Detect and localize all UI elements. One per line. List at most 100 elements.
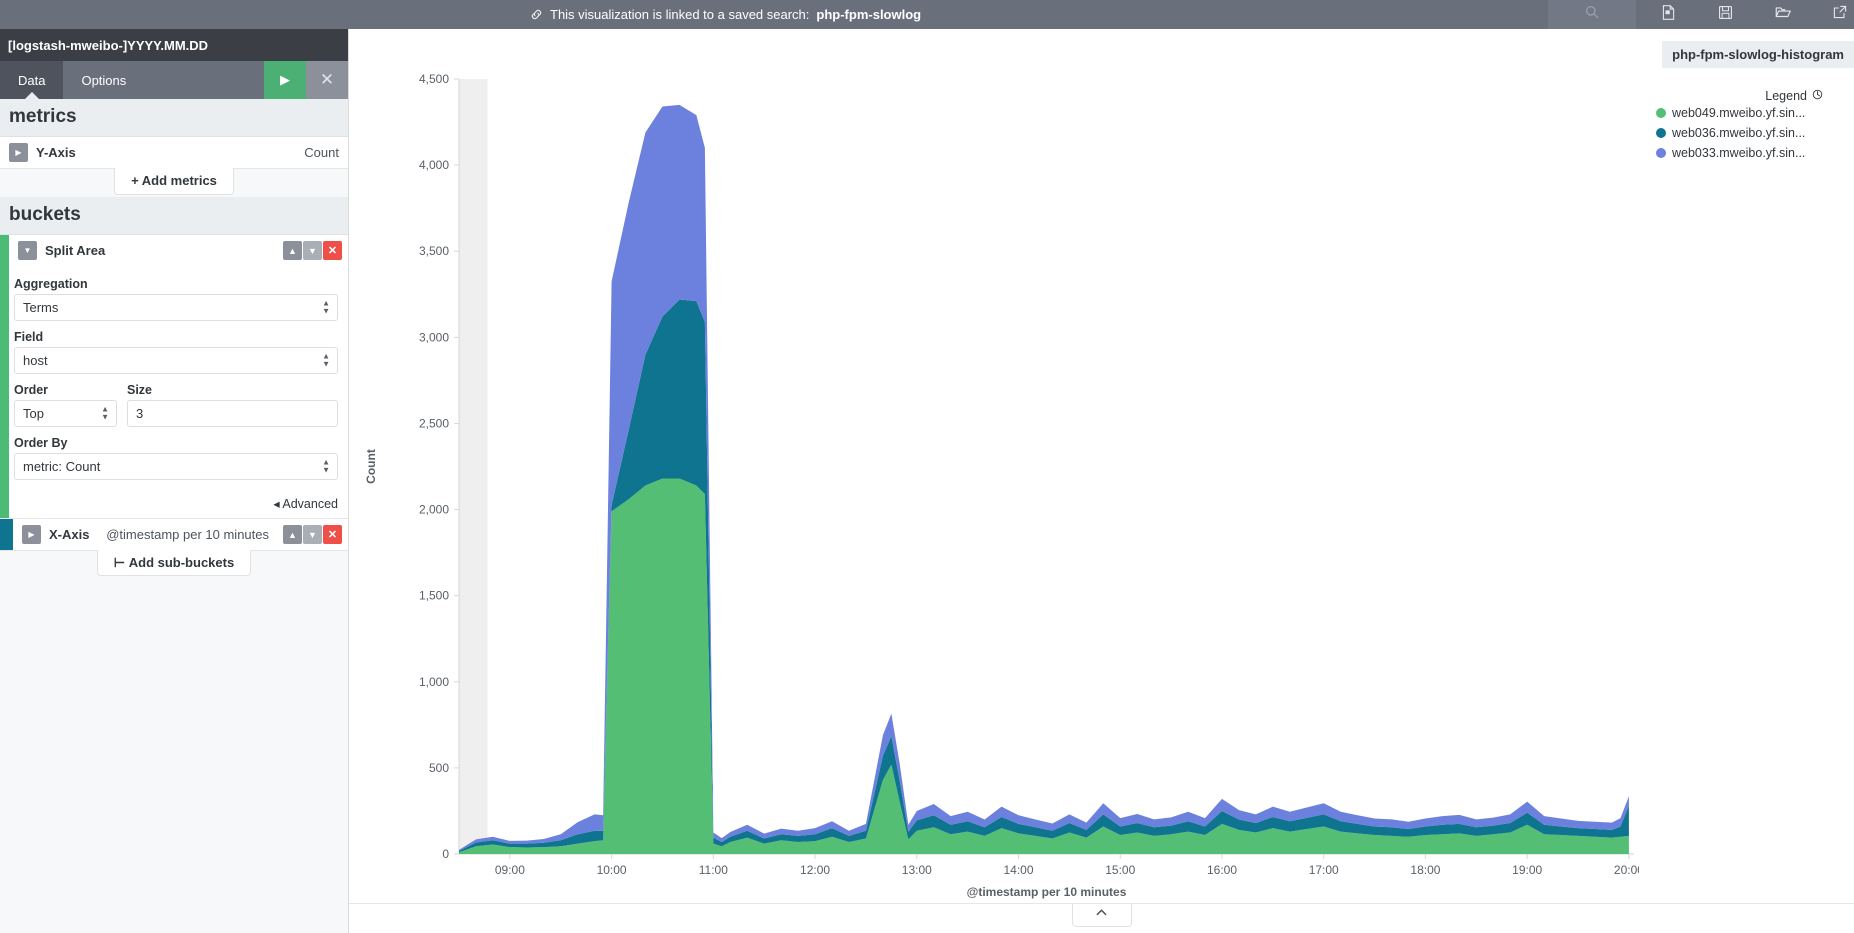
tab-options[interactable]: Options xyxy=(63,61,144,99)
x-axis-color-stripe xyxy=(0,519,13,550)
x-axis-header: ▶ X-Axis @timestamp per 10 minutes ▲ ▼ ✕ xyxy=(0,519,348,550)
x-tick-label: 09:00 xyxy=(495,863,525,877)
save-button[interactable] xyxy=(1697,0,1754,29)
visualization-toolbar xyxy=(1640,0,1854,29)
linked-saved-search-notice: This visualization is linked to a saved … xyxy=(530,7,921,22)
editor-tab-bar: Data Options ▶ ✕ xyxy=(0,61,348,99)
add-metrics-row: + Add metrics xyxy=(0,169,348,197)
x-tick-label: 12:00 xyxy=(800,863,830,877)
chevron-right-icon[interactable]: ▶ xyxy=(9,143,28,162)
legend-collapse-icon[interactable] xyxy=(1812,89,1823,103)
buckets-heading: buckets xyxy=(0,197,348,235)
legend-color-dot xyxy=(1656,108,1666,118)
legend-heading-label: Legend xyxy=(1765,89,1807,103)
field-value: host xyxy=(23,353,48,368)
x-tick-label: 19:00 xyxy=(1512,863,1542,877)
move-up-button[interactable]: ▲ xyxy=(283,241,302,260)
share-button[interactable] xyxy=(1811,0,1854,29)
move-down-button[interactable]: ▼ xyxy=(303,241,322,260)
metrics-heading: metrics xyxy=(0,99,348,137)
area-chart[interactable]: 05001,0001,5002,0002,5003,0003,5004,0004… xyxy=(349,59,1639,909)
legend-item[interactable]: web049.mweibo.yf.sin... xyxy=(1639,103,1854,123)
tab-bar-filler xyxy=(144,61,264,99)
x-tick-label: 16:00 xyxy=(1207,863,1237,877)
new-visualization-button[interactable] xyxy=(1640,0,1697,29)
add-metrics-button[interactable]: + Add metrics xyxy=(114,168,234,195)
x-axis-title: X-Axis xyxy=(49,527,89,542)
x-tick-label: 17:00 xyxy=(1309,863,1339,877)
metric-y-axis-label: Y-Axis xyxy=(36,145,76,160)
select-caret-icon: ▲▼ xyxy=(322,458,330,475)
advanced-caret-icon: ◂ xyxy=(273,497,279,511)
move-up-button[interactable]: ▲ xyxy=(283,525,302,544)
advanced-label: Advanced xyxy=(282,497,338,511)
folder-icon xyxy=(1774,3,1792,26)
x-axis-value: @timestamp per 10 minutes xyxy=(106,527,269,542)
chart-svg: 05001,0001,5002,0002,5003,0003,5004,0004… xyxy=(349,59,1639,909)
field-label: Field xyxy=(14,330,338,344)
add-sub-buckets-row: ⊢ Add sub-buckets xyxy=(0,551,348,577)
legend-item[interactable]: web036.mweibo.yf.sin... xyxy=(1639,123,1854,143)
metric-row-y-axis[interactable]: ▶ Y-Axis Count xyxy=(0,137,348,169)
remove-bucket-button[interactable]: ✕ xyxy=(323,525,342,544)
editor-collapse-bar xyxy=(349,903,1854,933)
size-input[interactable]: 3 xyxy=(127,400,338,427)
new-doc-icon xyxy=(1660,4,1677,26)
open-button[interactable] xyxy=(1754,0,1811,29)
collapse-panel-button[interactable] xyxy=(1072,904,1132,927)
y-tick-label: 2,500 xyxy=(419,416,449,430)
order-by-select[interactable]: metric: Count ▲▼ xyxy=(14,453,338,480)
chart-legend: Legend web049.mweibo.yf.sin... web036.mwe… xyxy=(1639,59,1854,909)
select-caret-icon: ▲▼ xyxy=(322,352,330,369)
external-link-icon xyxy=(1832,4,1848,25)
y-tick-label: 3,500 xyxy=(419,244,449,258)
split-area-title: Split Area xyxy=(45,243,105,258)
advanced-toggle[interactable]: ◂ Advanced xyxy=(0,490,348,518)
legend-color-dot xyxy=(1656,128,1666,138)
y-tick-label: 3,000 xyxy=(419,330,449,344)
legend-header[interactable]: Legend xyxy=(1639,89,1854,103)
index-pattern-title: [logstash-mweibo-]YYYY.MM.DD xyxy=(0,29,348,61)
legend-item[interactable]: web033.mweibo.yf.sin... xyxy=(1639,143,1854,163)
legend-item-label: web049.mweibo.yf.sin... xyxy=(1672,106,1805,120)
aggregation-select[interactable]: Terms ▲▼ xyxy=(14,294,338,321)
floppy-icon xyxy=(1717,4,1734,26)
link-icon xyxy=(530,8,543,21)
branch-icon: ⊢ xyxy=(114,555,129,570)
move-down-button[interactable]: ▼ xyxy=(303,525,322,544)
order-by-value: metric: Count xyxy=(23,459,100,474)
chevron-up-icon xyxy=(1094,905,1109,925)
tab-data[interactable]: Data xyxy=(0,61,63,99)
x-tick-label: 14:00 xyxy=(1004,863,1034,877)
x-tick-label: 18:00 xyxy=(1410,863,1440,877)
order-by-label: Order By xyxy=(14,436,338,450)
add-sub-buckets-label: Add sub-buckets xyxy=(129,555,234,570)
apply-changes-button[interactable]: ▶ xyxy=(264,61,306,99)
order-select[interactable]: Top ▲▼ xyxy=(14,400,117,427)
visualization-editor-panel: [logstash-mweibo-]YYYY.MM.DD Data Option… xyxy=(0,29,349,933)
legend-color-dot xyxy=(1656,148,1666,158)
discard-changes-button[interactable]: ✕ xyxy=(306,61,348,99)
partial-bucket-shading xyxy=(459,79,487,854)
select-caret-icon: ▲▼ xyxy=(101,405,109,422)
x-tick-label: 15:00 xyxy=(1105,863,1135,877)
metric-y-axis-value: Count xyxy=(304,145,339,160)
x-tick-label: 10:00 xyxy=(597,863,627,877)
x-axis-title: @timestamp per 10 minutes xyxy=(967,885,1127,899)
linked-search-message-text: This visualization is linked to a saved … xyxy=(550,7,809,22)
remove-bucket-button[interactable]: ✕ xyxy=(323,241,342,260)
split-area-form: Aggregation Terms ▲▼ Field host ▲▼ Order… xyxy=(0,266,348,490)
field-select[interactable]: host ▲▼ xyxy=(14,347,338,374)
search-button[interactable] xyxy=(1548,0,1636,29)
area-series-0[interactable] xyxy=(459,479,1629,854)
size-label: Size xyxy=(127,383,338,397)
bucket-card-split-area: ▼ Split Area ▲ ▼ ✕ Aggregation Terms ▲▼ … xyxy=(0,235,348,519)
chevron-right-icon[interactable]: ▶ xyxy=(22,525,41,544)
x-tick-label: 11:00 xyxy=(699,863,728,877)
add-sub-buckets-button[interactable]: ⊢ Add sub-buckets xyxy=(97,550,251,576)
chevron-down-icon[interactable]: ▼ xyxy=(18,241,37,260)
select-caret-icon: ▲▼ xyxy=(322,299,330,316)
order-size-row: Order Top ▲▼ Size 3 xyxy=(14,374,338,427)
topbar-spacer xyxy=(0,0,530,29)
y-tick-label: 4,000 xyxy=(419,158,449,172)
